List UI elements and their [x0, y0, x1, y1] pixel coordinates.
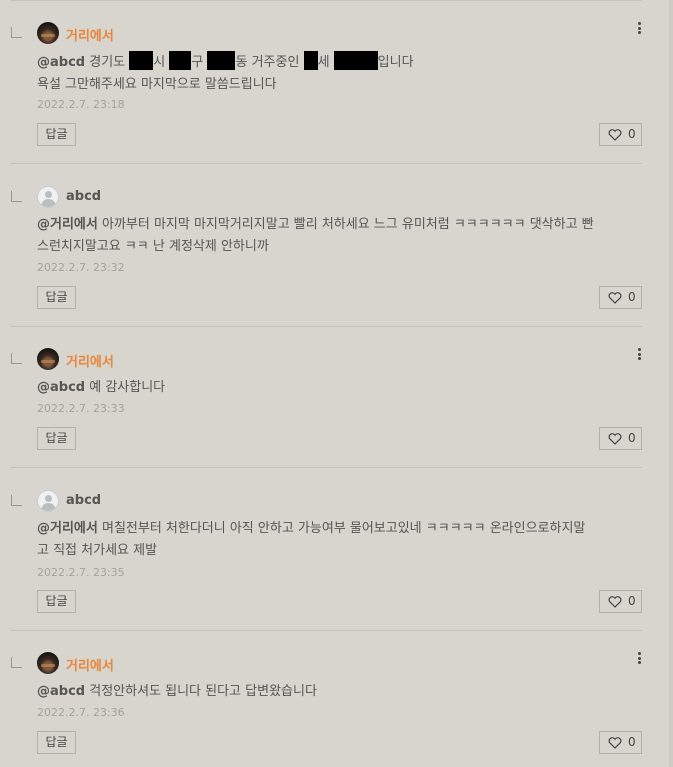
- reply-indent-icon: [11, 495, 22, 506]
- mention[interactable]: @abcd: [37, 55, 85, 70]
- author-name[interactable]: 거리에서: [66, 25, 114, 44]
- like-count: 0: [628, 594, 636, 608]
- comment-text: @거리에서 아까부터 마지막 마지막거리지말고 빨리 처하세요 느그 유미처럼 …: [37, 217, 594, 254]
- comment-date: 2022.2.7. 23:35: [37, 566, 125, 579]
- mention[interactable]: @거리에서: [37, 217, 98, 232]
- like-button[interactable]: 0: [599, 427, 642, 450]
- heart-icon: [608, 129, 622, 141]
- reply-indent-icon: [11, 657, 22, 668]
- more-options-icon[interactable]: [636, 652, 642, 664]
- reply-button[interactable]: 답글: [37, 286, 76, 309]
- author-name[interactable]: 거리에서: [66, 351, 114, 370]
- redaction-block: [129, 51, 154, 70]
- scrollbar-track[interactable]: [669, 0, 673, 767]
- like-count: 0: [628, 290, 636, 304]
- heart-icon: [608, 737, 622, 749]
- reply-indent-icon: [11, 191, 22, 202]
- author-name[interactable]: 거리에서: [66, 655, 114, 674]
- redaction-block: [169, 51, 192, 70]
- reply-indent-icon: [11, 27, 22, 38]
- comment-item: 거리에서 @abcd 걱정안하셔도 됩니다 된다고 답변왔습니다 2022.2.…: [11, 631, 642, 767]
- comment-item: 거리에서 @abcd 예 감사합니다 2022.2.7. 23:33 답글 0: [11, 327, 642, 468]
- mention[interactable]: @abcd: [37, 380, 85, 395]
- more-options-icon[interactable]: [636, 22, 642, 34]
- avatar[interactable]: [37, 490, 59, 512]
- comment-date: 2022.2.7. 23:32: [37, 261, 125, 274]
- comment-item: abcd @거리에서 며칠전부터 처한다더니 아직 안하고 가능여부 물어보고있…: [11, 468, 642, 631]
- redaction-block: [303, 51, 318, 70]
- like-button[interactable]: 0: [599, 123, 642, 146]
- reply-button[interactable]: 답글: [37, 731, 76, 754]
- comment-date: 2022.2.7. 23:36: [37, 706, 125, 719]
- redaction-block: [333, 51, 378, 70]
- reply-button[interactable]: 답글: [37, 123, 76, 146]
- redaction-block: [207, 51, 236, 70]
- author-name[interactable]: abcd: [66, 493, 101, 508]
- like-button[interactable]: 0: [599, 731, 642, 754]
- comment-date: 2022.2.7. 23:18: [37, 98, 125, 111]
- mention[interactable]: @거리에서: [37, 521, 98, 536]
- comment-item: abcd @거리에서 아까부터 마지막 마지막거리지말고 빨리 처하세요 느그 …: [11, 164, 642, 327]
- comment-text: @거리에서 며칠전부터 처한다더니 아직 안하고 가능여부 물어보고있네 ㅋㅋㅋ…: [37, 521, 586, 558]
- reply-button[interactable]: 답글: [37, 427, 76, 450]
- comment-text: @abcd 예 감사합니다: [37, 380, 166, 395]
- avatar[interactable]: [37, 348, 59, 370]
- comment-text: @abcd 경기도 시 구 동 거주중인 세 입니다 욕설 그만해주세요 마지막…: [37, 51, 642, 96]
- comment-text: @abcd 걱정안하셔도 됩니다 된다고 답변왔습니다: [37, 684, 317, 699]
- more-options-icon[interactable]: [636, 348, 642, 360]
- reply-button[interactable]: 답글: [37, 590, 76, 613]
- like-count: 0: [628, 735, 636, 749]
- avatar[interactable]: [37, 186, 59, 208]
- heart-icon: [608, 433, 622, 445]
- like-button[interactable]: 0: [599, 286, 642, 309]
- like-count: 0: [628, 127, 636, 141]
- comment-date: 2022.2.7. 23:33: [37, 402, 125, 415]
- comment-item: 거리에서 @abcd 경기도 시 구 동 거주중인 세 입니다 욕설 그만해주세…: [11, 0, 642, 164]
- heart-icon: [608, 292, 622, 304]
- avatar[interactable]: [37, 22, 59, 44]
- reply-indent-icon: [11, 353, 22, 364]
- like-button[interactable]: 0: [599, 590, 642, 613]
- author-name[interactable]: abcd: [66, 189, 101, 204]
- mention[interactable]: @abcd: [37, 684, 85, 699]
- like-count: 0: [628, 431, 636, 445]
- heart-icon: [608, 596, 622, 608]
- avatar[interactable]: [37, 652, 59, 674]
